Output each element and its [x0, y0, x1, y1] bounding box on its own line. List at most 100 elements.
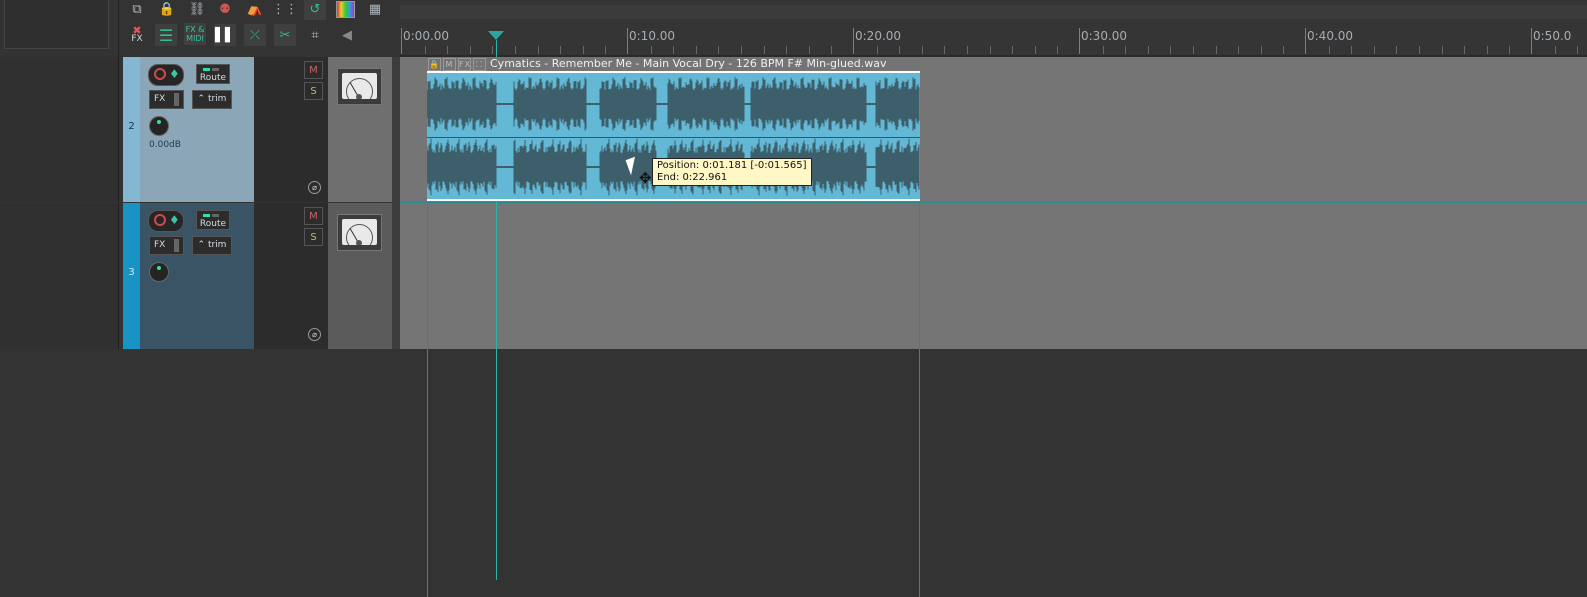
- loop-icon[interactable]: ↺: [304, 0, 326, 20]
- volume-knob[interactable]: [149, 116, 169, 136]
- apps-icon[interactable]: ▦: [364, 0, 386, 20]
- record-groups-icon[interactable]: ⚉: [214, 0, 236, 20]
- lock-icon[interactable]: 🔒: [156, 0, 178, 20]
- mute-icon[interactable]: M: [443, 58, 456, 71]
- envelope-icon[interactable]: ⤫: [244, 24, 266, 46]
- track-3-number: 3: [128, 267, 135, 278]
- track-3-header[interactable]: 3 ♦ Route FX ⌃ trim: [123, 203, 254, 349]
- record-icon: [154, 68, 166, 80]
- ruler-tick: [1531, 28, 1532, 54]
- ruler-minor-tick: [921, 46, 923, 54]
- ruler-minor-tick: [786, 46, 788, 54]
- ruler-minor-tick: [1486, 46, 1488, 54]
- tcp-arrange-divider[interactable]: [392, 57, 400, 349]
- ruler-minor-tick: [944, 46, 946, 54]
- vu-meter-icon[interactable]: [337, 214, 382, 251]
- track-3-lane[interactable]: [400, 203, 1587, 349]
- ruler-region-strip[interactable]: [400, 5, 1587, 19]
- routing-icon[interactable]: ⌗: [304, 24, 326, 46]
- ruler-tick: [853, 28, 854, 54]
- fx-button[interactable]: FX: [149, 90, 184, 109]
- fx-label: FX: [131, 34, 143, 44]
- mute-button[interactable]: M: [304, 207, 323, 225]
- ruler-minor-tick: [582, 46, 584, 54]
- link-icon[interactable]: ⛓: [186, 0, 208, 20]
- monitor-icon: ♦: [169, 213, 180, 227]
- envelope-icon[interactable]: ⛶: [473, 58, 486, 71]
- fx-midi-button[interactable]: FX & MIDI: [184, 23, 206, 45]
- lock-icon[interactable]: 🔒: [428, 58, 441, 71]
- track-2-header[interactable]: 2 2 ♦ Route FX ⌃ trim 0.00dB: [123, 57, 254, 202]
- envelope-icon: ⌃: [197, 240, 206, 250]
- mixer-icon[interactable]: ☰: [155, 24, 177, 46]
- phase-invert-icon[interactable]: ⌀: [308, 181, 321, 194]
- route-button[interactable]: Route: [196, 210, 230, 230]
- arrow-left-icon[interactable]: ◀: [332, 24, 362, 46]
- ruler-minor-tick: [650, 46, 652, 54]
- split-view-icon[interactable]: ▌▌: [214, 24, 236, 46]
- grid-icon[interactable]: ⋮⋮: [272, 0, 298, 20]
- solo-button[interactable]: S: [304, 228, 323, 246]
- toolbar-row-2: ✖ FX ☰ FX & MIDI ▌▌ ⤫ ✂ ⌗ ◀: [126, 22, 388, 50]
- fx-button[interactable]: FX: [149, 236, 184, 255]
- item-header-icons: 🔒 M FX ⛶: [428, 58, 488, 71]
- ruler-minor-tick: [1283, 46, 1285, 54]
- trim-button[interactable]: ⌃ trim: [192, 236, 232, 255]
- fx-icon[interactable]: FX: [458, 58, 471, 71]
- ripple-edit-icon[interactable]: ✂: [274, 24, 296, 46]
- track-2-number-label: 2: [128, 121, 135, 132]
- ruler-minor-tick: [1554, 46, 1556, 54]
- ruler-minor-tick: [1147, 46, 1149, 54]
- volume-readout: 0.00dB: [149, 140, 181, 150]
- ruler-tick-label: 0:20.00: [855, 29, 902, 43]
- track-3-ms-area: M S ⌀: [254, 203, 328, 349]
- trim-label: trim: [207, 240, 227, 250]
- ruler-minor-tick: [1260, 46, 1262, 54]
- record-icon: [154, 214, 166, 226]
- copy-icon[interactable]: ⧉: [126, 0, 148, 20]
- vu-meter-icon[interactable]: [337, 68, 382, 105]
- channel-divider: [427, 137, 920, 138]
- ruler-minor-tick: [1577, 46, 1579, 54]
- ruler-minor-tick: [673, 46, 675, 54]
- trim-label: trim: [207, 94, 227, 104]
- ruler-tick: [1305, 28, 1306, 54]
- ruler-minor-tick: [469, 46, 471, 54]
- ruler-minor-tick: [1509, 46, 1511, 54]
- ruler-minor-tick: [1215, 46, 1217, 54]
- ruler-minor-tick: [1351, 46, 1353, 54]
- track-3-panel: ♦ Route FX ⌃ trim: [140, 203, 254, 349]
- ruler-minor-tick: [1328, 46, 1330, 54]
- monitor-icon: ♦: [169, 67, 180, 81]
- envelope-icon: ⌃: [197, 94, 206, 104]
- color-icon[interactable]: [334, 0, 356, 20]
- phase-invert-icon[interactable]: ⌀: [308, 328, 321, 341]
- tooltip-position: Position: 0:01.181 [-0:01.565]: [657, 160, 807, 171]
- ruler-tick: [627, 28, 628, 54]
- fx-midi-label-2: MIDI: [186, 34, 204, 43]
- ruler-tick-label: 0:40.00: [1307, 29, 1354, 43]
- ruler-minor-tick: [831, 46, 833, 54]
- ruler-minor-tick: [424, 46, 426, 54]
- route-button[interactable]: Route: [196, 64, 230, 84]
- edit-cursor-marker[interactable]: [488, 31, 504, 40]
- track-2-folder-area: [0, 57, 119, 202]
- volume-knob[interactable]: [149, 262, 169, 282]
- fx-remove-button[interactable]: ✖ FX: [126, 24, 148, 46]
- position-tooltip: Position: 0:01.181 [-0:01.565] End: 0:22…: [652, 158, 812, 186]
- solo-button[interactable]: S: [304, 82, 323, 100]
- metronome-icon[interactable]: ⛺: [244, 0, 266, 20]
- trim-button[interactable]: ⌃ trim: [192, 90, 232, 109]
- ruler-tick-label: 0:30.00: [1081, 29, 1128, 43]
- ruler-minor-tick: [763, 46, 765, 54]
- fx-midi-label-1: FX &: [185, 25, 205, 34]
- mute-button[interactable]: M: [304, 61, 323, 79]
- tooltip-end: End: 0:22.961: [657, 172, 728, 183]
- track-3-meter-area: [328, 203, 392, 349]
- record-arm-button[interactable]: ♦: [148, 210, 184, 232]
- record-arm-button[interactable]: ♦: [148, 64, 184, 86]
- ruler-minor-tick: [741, 46, 742, 54]
- ruler-minor-tick: [808, 46, 810, 54]
- track-3-folder-area: [0, 203, 119, 349]
- ruler-minor-tick: [876, 46, 878, 54]
